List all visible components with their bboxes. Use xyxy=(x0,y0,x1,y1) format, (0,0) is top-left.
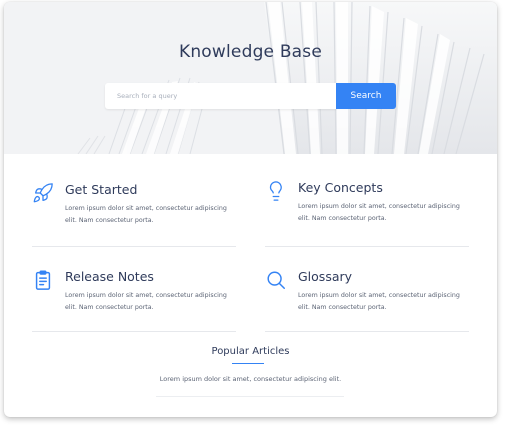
rocket-icon xyxy=(32,182,54,204)
topic-title: Key Concepts xyxy=(298,180,383,195)
clipboard-icon xyxy=(32,269,54,291)
topic-title: Glossary xyxy=(298,269,353,284)
hero-background-image xyxy=(4,2,497,154)
popular-article-link[interactable]: Lorem ipsum dolor sit amet, consectetur … xyxy=(4,375,497,383)
divider xyxy=(156,396,344,397)
divider xyxy=(32,331,236,332)
topic-description: Lorem ipsum dolor sit amet, consectetur … xyxy=(65,205,227,224)
divider xyxy=(265,246,469,247)
hero-banner: Knowledge Base Search xyxy=(4,2,497,154)
lightbulb-icon xyxy=(265,180,287,202)
topic-title: Release Notes xyxy=(65,269,154,284)
topic-description: Lorem ipsum dolor sit amet, consectetur … xyxy=(298,292,460,311)
topic-title: Get Started xyxy=(65,182,138,197)
divider xyxy=(265,331,469,332)
popular-articles-heading: Popular Articles xyxy=(211,346,290,357)
topic-description: Lorem ipsum dolor sit amet, consectetur … xyxy=(298,203,460,222)
heading-underline xyxy=(232,363,264,364)
page-title: Knowledge Base xyxy=(178,42,323,62)
topic-key-concepts[interactable]: Key Concepts Lorem ipsum dolor sit amet,… xyxy=(265,180,471,248)
search-icon xyxy=(265,269,287,291)
divider xyxy=(32,246,236,247)
search-button[interactable]: Search xyxy=(336,83,396,109)
topic-description: Lorem ipsum dolor sit amet, consectetur … xyxy=(65,292,227,311)
topic-release-notes[interactable]: Release Notes Lorem ipsum dolor sit amet… xyxy=(32,269,238,333)
knowledge-base-card: Knowledge Base Search Get Started Lorem … xyxy=(4,2,497,417)
topic-get-started[interactable]: Get Started Lorem ipsum dolor sit amet, … xyxy=(32,182,238,248)
topic-glossary[interactable]: Glossary Lorem ipsum dolor sit amet, con… xyxy=(265,269,471,333)
search-input[interactable] xyxy=(105,83,336,109)
